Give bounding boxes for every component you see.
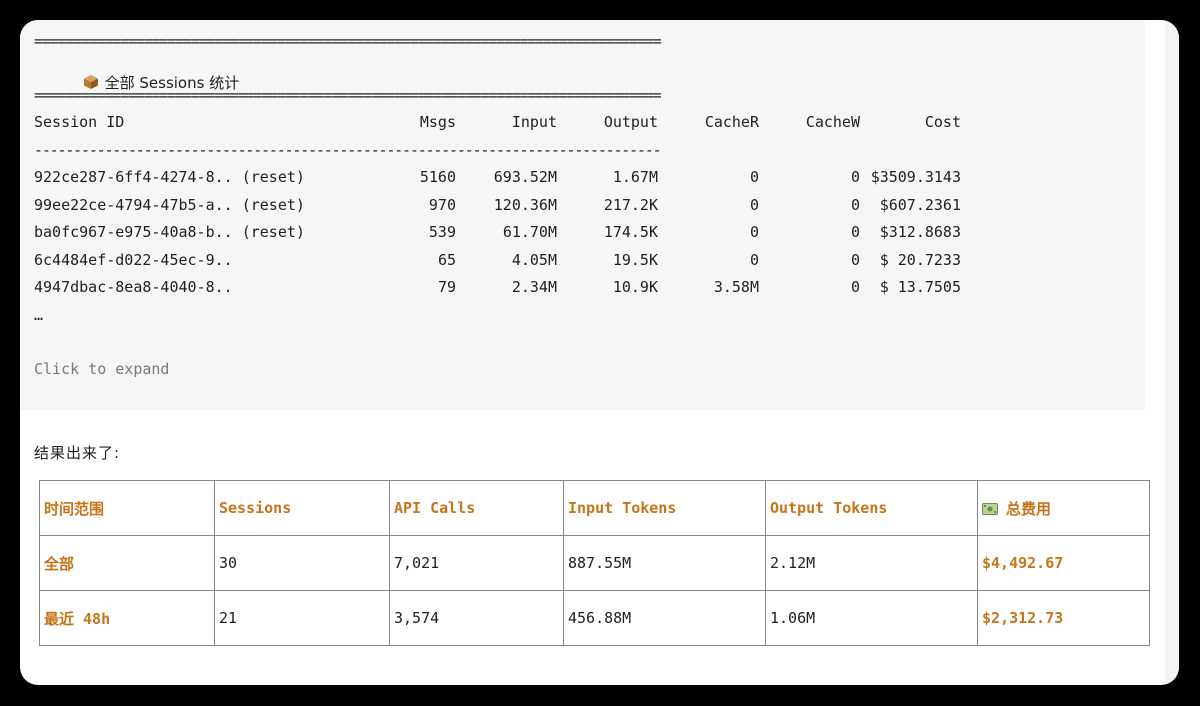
session-input-cell: 120.36M	[493, 195, 557, 214]
header-session-id: Session ID	[34, 113, 125, 131]
session-msgs-cell: 970	[428, 195, 456, 214]
header-cacher: CacheR	[704, 113, 759, 131]
session-cost-cell: $312.8683	[879, 223, 961, 241]
cell-api-calls: 7,021	[389, 535, 564, 591]
session-output-cell: 217.2K	[603, 195, 658, 214]
session-cachew-cell: 0	[850, 168, 860, 186]
session-cacher-cell: 0	[749, 223, 759, 241]
money-icon	[982, 502, 998, 515]
session-output-cell: 174.5K	[603, 223, 658, 241]
cell-output-tokens: 1.06M	[765, 590, 978, 646]
session-input-cell: 693.52M	[493, 168, 557, 186]
header-input-tokens: Input Tokens	[563, 480, 766, 536]
session-msgs-cell: 65	[437, 250, 456, 269]
header-time-range: 时间范围	[39, 480, 215, 536]
session-cachew-cell: 0	[850, 195, 860, 214]
cell-input-tokens: 887.55M	[563, 535, 766, 591]
session-cost-cell: $ 20.7233	[879, 250, 961, 269]
session-id-cell: ba0fc967-e975-40a8-b.. (reset)	[34, 223, 305, 241]
session-cacher-cell: 3.58M	[713, 278, 759, 296]
session-msgs-cell: 5160	[419, 168, 456, 186]
session-input-cell: 4.05M	[511, 250, 557, 269]
stats-header-row: Session ID Msgs Input Output CacheR Cach…	[20, 113, 1020, 131]
cell-sessions: 21	[214, 590, 390, 646]
header-output: Output	[603, 113, 658, 131]
cell-time-range: 最近 48h	[39, 590, 215, 646]
cell-input-tokens: 456.88M	[563, 590, 766, 646]
separator-dash-rule: ----------------------------------------…	[34, 141, 662, 159]
session-cachew-cell: 0	[850, 223, 860, 241]
cell-api-calls: 3,574	[389, 590, 564, 646]
session-cacher-cell: 0	[749, 250, 759, 269]
session-cacher-cell: 0	[749, 168, 759, 186]
session-row: 4947dbac-8ea8-4040-8.. 79 2.34M 10.9K 3.58M 0…	[20, 278, 1020, 296]
session-input-cell: 61.70M	[502, 223, 557, 241]
session-cacher-cell: 0	[749, 195, 759, 214]
session-cost-cell: $607.2361	[879, 195, 961, 214]
code-output-block: ========================================…	[20, 20, 1145, 410]
session-input-cell: 2.34M	[511, 278, 557, 296]
session-cachew-cell: 0	[850, 278, 860, 296]
summary-header-row: 时间范围 Sessions API Calls Input Tokens Out…	[39, 480, 1150, 536]
session-output-cell: 19.5K	[612, 250, 658, 269]
chat-window: ========================================…	[20, 20, 1179, 685]
separator-rule: ========================================…	[34, 32, 662, 50]
scrollbar[interactable]	[1165, 20, 1179, 685]
session-id-cell: 922ce287-6ff4-4274-8.. (reset)	[34, 168, 305, 186]
header-input: Input	[511, 113, 557, 131]
header-msgs: Msgs	[419, 113, 456, 131]
header-cost: Cost	[924, 113, 961, 131]
header-total-cost-label: 总费用	[1006, 499, 1052, 518]
cell-total-cost: $2,312.73	[977, 590, 1150, 646]
cell-sessions: 30	[214, 535, 390, 591]
session-id-cell: 6c4484ef-d022-45ec-9..	[34, 250, 233, 269]
header-output-tokens: Output Tokens	[765, 480, 978, 536]
session-row: 99ee22ce-4794-47b5-a.. (reset) 970 120.36M…	[20, 196, 1020, 214]
summary-row-48h: 最近 48h 21 3,574 456.88M 1.06M $2,312.73	[39, 590, 1150, 646]
cell-output-tokens: 2.12M	[765, 535, 978, 591]
session-msgs-cell: 79	[437, 278, 456, 296]
summary-row-all: 全部 30 7,021 887.55M 2.12M $4,492.67	[39, 535, 1150, 591]
session-cost-cell: $ 13.7505	[879, 278, 961, 296]
session-msgs-cell: 539	[428, 223, 456, 241]
header-total-cost: 总费用	[977, 480, 1150, 536]
separator-rule: ========================================…	[34, 86, 662, 104]
session-output-cell: 1.67M	[612, 168, 658, 186]
session-row: 922ce287-6ff4-4274-8.. (reset) 5160 693.52…	[20, 168, 1020, 186]
result-text: 结果出来了:	[34, 444, 121, 462]
click-to-expand-link[interactable]: Click to expand	[34, 360, 169, 378]
cell-time-range: 全部	[39, 535, 215, 591]
session-row: ba0fc967-e975-40a8-b.. (reset) 539 61.70M 1…	[20, 223, 1020, 241]
cell-total-cost: $4,492.67	[977, 535, 1150, 591]
session-row: 6c4484ef-d022-45ec-9.. 65 4.05M 19.5K 0 0 $ 20…	[20, 251, 1020, 269]
session-id-cell: 4947dbac-8ea8-4040-8..	[34, 278, 233, 296]
session-output-cell: 10.9K	[612, 278, 658, 296]
summary-table: 时间范围 Sessions API Calls Input Tokens Out…	[39, 480, 1150, 646]
header-cachew: CacheW	[805, 113, 860, 131]
session-id-cell: 99ee22ce-4794-47b5-a.. (reset)	[34, 195, 305, 214]
session-cost-cell: $3509.3143	[870, 168, 961, 186]
ellipsis: …	[34, 306, 44, 324]
header-api-calls: API Calls	[389, 480, 564, 536]
session-cachew-cell: 0	[850, 250, 860, 269]
header-sessions: Sessions	[214, 480, 390, 536]
